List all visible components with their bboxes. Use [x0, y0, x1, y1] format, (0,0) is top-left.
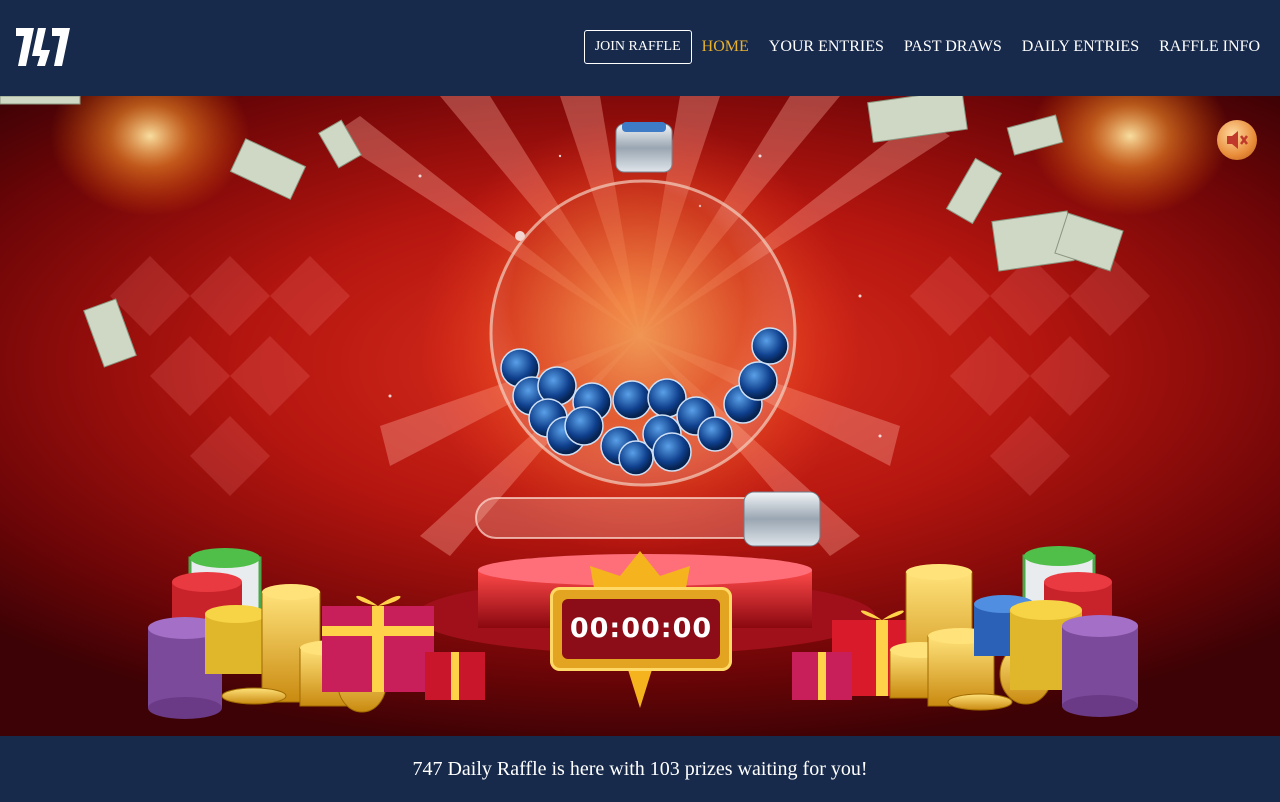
- logo-747[interactable]: [14, 26, 72, 70]
- speaker-muted-icon: [1227, 131, 1248, 149]
- mute-sound-button[interactable]: [1217, 120, 1257, 160]
- countdown-timer-value: 00:00:00: [562, 599, 720, 659]
- countdown-timer: 00:00:00: [550, 587, 732, 671]
- spotlight-right: [1030, 96, 1230, 216]
- top-navigation-bar: JOIN RAFFLE HOME YOUR ENTRIES PAST DRAWS…: [0, 0, 1280, 96]
- nav-past-draws[interactable]: PAST DRAWS: [904, 30, 1002, 64]
- nav-daily-entries[interactable]: DAILY ENTRIES: [1022, 30, 1139, 64]
- footer-banner: 747 Daily Raffle is here with 103 prizes…: [0, 736, 1280, 800]
- nav-home[interactable]: HOME: [702, 30, 749, 64]
- spotlight-left: [50, 96, 250, 216]
- nav-raffle-info[interactable]: RAFFLE INFO: [1159, 30, 1260, 64]
- nav-your-entries[interactable]: YOUR ENTRIES: [769, 30, 884, 64]
- globe-cap-band: [622, 122, 666, 132]
- chip-stacks-right: [974, 546, 1138, 717]
- tube-cap: [743, 491, 821, 547]
- main-nav: JOIN RAFFLE HOME YOUR ENTRIES PAST DRAWS…: [583, 30, 1260, 64]
- raffle-hero-scene: 00:00:00: [0, 96, 1280, 736]
- ball-tube: [475, 497, 767, 539]
- join-raffle-button[interactable]: JOIN RAFFLE: [583, 30, 692, 64]
- raffle-globe: [489, 179, 797, 487]
- footer-message: 747 Daily Raffle is here with 103 prizes…: [412, 758, 868, 780]
